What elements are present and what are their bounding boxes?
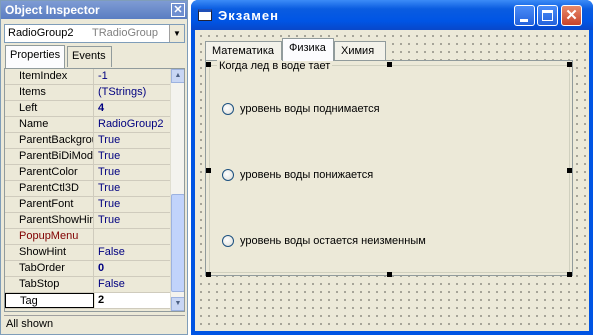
property-value[interactable]: (TStrings): [95, 85, 171, 100]
property-name: ParentFont: [5, 197, 94, 212]
scroll-up-icon[interactable]: ▲: [171, 69, 184, 83]
radio-option-label[interactable]: уровень воды понижается: [240, 169, 373, 181]
radio-group-caption: Когда лед в воде тает: [217, 60, 333, 72]
property-value[interactable]: True: [95, 133, 171, 148]
property-grid-scrollbar[interactable]: ▲ ▼: [170, 69, 184, 311]
scroll-down-icon[interactable]: ▼: [171, 297, 184, 311]
property-row-parentshowhint[interactable]: ParentShowHint True: [5, 213, 171, 229]
selection-handle[interactable]: [567, 272, 572, 277]
property-name: TabStop: [5, 277, 94, 292]
selection-handle[interactable]: [206, 62, 211, 67]
property-name: ParentCtl3D: [5, 181, 94, 196]
maximize-icon: [542, 10, 553, 21]
tab-page-physics: Когда лед в воде тает уровень воды подни…: [205, 60, 573, 277]
minimize-button[interactable]: [514, 5, 535, 26]
property-value[interactable]: False: [95, 245, 171, 260]
property-value-editor[interactable]: 2: [95, 293, 171, 308]
close-button[interactable]: ✕: [561, 5, 582, 26]
object-inspector-title: Object Inspector: [5, 3, 100, 17]
property-name: Left: [5, 101, 94, 116]
property-row-popupmenu[interactable]: PopupMenu: [5, 229, 171, 245]
object-inspector-titlebar[interactable]: Object Inspector ✕: [1, 1, 187, 19]
property-row-taborder[interactable]: TabOrder 0: [5, 261, 171, 277]
property-row-itemindex[interactable]: ItemIndex -1: [5, 69, 171, 85]
property-grid: ItemIndex -1 Items (TStrings) Left 4 Nam…: [4, 68, 185, 312]
radio-button-icon[interactable]: [222, 235, 234, 247]
property-value[interactable]: -1: [95, 69, 171, 84]
property-name: ParentBiDiMode: [5, 149, 94, 164]
form-client-area: Математика Физика Химия Когда лед в воде…: [195, 30, 589, 331]
property-value[interactable]: 4: [95, 101, 171, 116]
radio-group[interactable]: Когда лед в воде тает уровень воды подни…: [209, 60, 570, 273]
property-name: Name: [5, 117, 94, 132]
form-window: Экзамен ✕ Математика Физика Химия Когда …: [191, 0, 593, 335]
property-value[interactable]: 0: [95, 261, 171, 276]
property-row-left[interactable]: Left 4: [5, 101, 171, 117]
property-value[interactable]: RadioGroup2: [95, 117, 171, 132]
radio-option-label[interactable]: уровень воды поднимается: [240, 103, 380, 115]
tab-chemistry[interactable]: Химия: [334, 41, 386, 60]
close-icon: ✕: [565, 7, 578, 24]
property-row-showhint[interactable]: ShowHint False: [5, 245, 171, 261]
property-value[interactable]: [95, 229, 171, 244]
tab-properties[interactable]: Properties: [5, 45, 65, 68]
minimize-icon: [520, 19, 528, 22]
property-value[interactable]: True: [95, 213, 171, 228]
selection-handle[interactable]: [567, 168, 572, 173]
property-name: ParentBackground: [5, 133, 94, 148]
selection-handle[interactable]: [206, 272, 211, 277]
property-row-parentfont[interactable]: ParentFont True: [5, 197, 171, 213]
property-name: ItemIndex: [5, 69, 94, 84]
selection-handle[interactable]: [387, 62, 392, 67]
property-row-parentctl3d[interactable]: ParentCtl3D True: [5, 181, 171, 197]
object-inspector-window: Object Inspector ✕ RadioGroup2 TRadioGro…: [0, 0, 188, 335]
property-value[interactable]: False: [95, 277, 171, 292]
property-row-name[interactable]: Name RadioGroup2: [5, 117, 171, 133]
property-name: Tag: [5, 293, 94, 308]
component-selector[interactable]: RadioGroup2 TRadioGroup ▼: [4, 24, 185, 43]
property-name: ParentColor: [5, 165, 94, 180]
property-row-parentbidimode[interactable]: ParentBiDiMode True: [5, 149, 171, 165]
chevron-down-icon[interactable]: ▼: [169, 25, 184, 42]
property-row-items[interactable]: Items (TStrings): [5, 85, 171, 101]
status-bar: All shown: [4, 315, 185, 333]
tab-physics[interactable]: Физика: [282, 38, 334, 61]
tab-mathematics[interactable]: Математика: [205, 41, 282, 60]
selection-handle[interactable]: [206, 168, 211, 173]
radio-button-icon[interactable]: [222, 103, 234, 115]
window-icon: [198, 9, 212, 21]
property-row-tag[interactable]: Tag 2: [5, 293, 171, 309]
form-titlebar[interactable]: Экзамен ✕: [191, 0, 593, 30]
component-name: RadioGroup2: [8, 27, 74, 39]
selection-handle[interactable]: [387, 272, 392, 277]
tab-events[interactable]: Events: [67, 46, 112, 67]
selection-handle[interactable]: [567, 62, 572, 67]
maximize-button[interactable]: [537, 5, 558, 26]
radio-button-icon[interactable]: [222, 169, 234, 181]
property-name: TabOrder: [5, 261, 94, 276]
property-value[interactable]: True: [95, 197, 171, 212]
property-value[interactable]: True: [95, 149, 171, 164]
scrollbar-thumb[interactable]: [171, 194, 184, 292]
close-icon[interactable]: ✕: [171, 3, 185, 17]
property-name: ParentShowHint: [5, 213, 94, 228]
radio-option-label[interactable]: уровень воды остается неизменным: [240, 235, 426, 247]
property-row-parentcolor[interactable]: ParentColor True: [5, 165, 171, 181]
property-name: ShowHint: [5, 245, 94, 260]
property-value[interactable]: True: [95, 165, 171, 180]
property-name: PopupMenu: [5, 229, 94, 244]
property-row-tabstop[interactable]: TabStop False: [5, 277, 171, 293]
form-title: Экзамен: [218, 8, 279, 23]
property-row-parentbackground[interactable]: ParentBackground True: [5, 133, 171, 149]
property-name: Items: [5, 85, 94, 100]
property-value[interactable]: True: [95, 181, 171, 196]
component-type: TRadioGroup: [92, 27, 159, 39]
